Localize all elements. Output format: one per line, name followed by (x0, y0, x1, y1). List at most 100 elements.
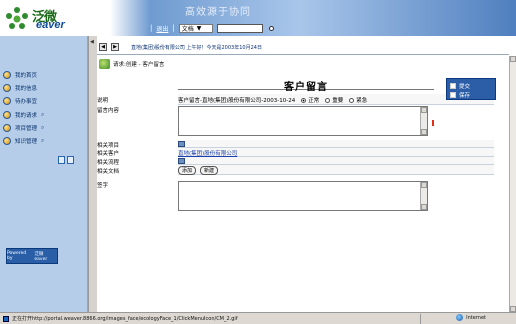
sidebar-item-label: 我的信息 (15, 85, 38, 92)
scroll-up-icon[interactable] (510, 56, 516, 62)
sidebar-item-todo[interactable]: 待办事宜 (3, 95, 37, 106)
priority-label: 正常 (308, 98, 320, 104)
sidebar-item-label: 知识管理 (15, 138, 38, 145)
sidebar-tools (58, 156, 74, 164)
request-form-icon (99, 58, 110, 69)
submit-icon (450, 82, 456, 89)
menu-item-label: 保存 (459, 92, 471, 99)
label-related-project: 相关项目 (97, 143, 120, 149)
customer-link[interactable]: 直地(集团)股份有限公司 (178, 149, 237, 157)
back-icon[interactable]: ◀ (99, 43, 107, 51)
action-menu: 提交 保存 (446, 78, 496, 100)
subject-field: 客户留言-直地(集团)股份有限公司-2003-10-24 正常 重要 紧急 (178, 96, 367, 104)
zone-label: Internet (466, 314, 486, 321)
required-marker (432, 120, 434, 126)
page-header: 请求:创建 - 客户留言 (97, 57, 509, 70)
search-input[interactable] (216, 23, 263, 33)
search-icon[interactable]: ⌕ (41, 111, 44, 119)
request-icon (3, 110, 11, 119)
label-related-customer: 相关客户 (97, 151, 120, 157)
banner-slogan: 高效源于协同 (185, 7, 251, 18)
priority-important-radio[interactable]: 重要 (325, 96, 343, 104)
welcome-text: 直地(集团)股份有限公司 上午好！今天是2003年10月24日 (131, 44, 262, 51)
sidebar-item-label: 项目管理 (15, 125, 38, 132)
info-icon (3, 83, 11, 92)
content-textarea[interactable] (178, 106, 428, 136)
sidebar-item-home[interactable]: 我的首页 (3, 69, 37, 80)
form-title: 客户留言 (178, 78, 434, 93)
security-zone: Internet (456, 314, 486, 321)
scroll-down-icon[interactable] (421, 204, 427, 210)
sidebar-item-projects[interactable]: 项目管理 ⌕ (3, 122, 44, 133)
doc-type-select[interactable]: 文档 ▼ (178, 23, 213, 33)
exit-link[interactable]: 退出 (156, 24, 168, 33)
submit-menu-item[interactable]: 提交 (450, 81, 470, 90)
sidebar-item-knowledge[interactable]: 知识管理 ⌕ (3, 135, 44, 146)
sidebar-item-label: 我的首页 (15, 72, 38, 79)
doc-buttons: 添加 新建 (178, 166, 220, 175)
label-signature: 签字 (97, 183, 109, 189)
radio-icon (325, 97, 331, 103)
search-icon[interactable]: ⌕ (41, 137, 44, 145)
doc-type-value: 文档 (181, 25, 194, 33)
nav-strip: ◀ ▶ 直地(集团)股份有限公司 上午好！今天是2003年10月24日 (97, 40, 509, 55)
separator: | (172, 24, 175, 32)
radio-icon (349, 97, 355, 103)
form-row (178, 157, 494, 165)
priority-normal-radio[interactable]: 正常 (301, 96, 319, 104)
status-text: 正在打开http://portal.weaver.8866.org/images… (12, 316, 238, 322)
forward-icon[interactable]: ▶ (111, 43, 119, 51)
edit-icon[interactable] (58, 156, 65, 164)
logo-subtext: eaver (36, 19, 65, 31)
textarea-scrollbar[interactable] (420, 107, 427, 135)
form-row (178, 140, 494, 148)
scroll-up-icon[interactable] (421, 182, 427, 188)
signature-textarea[interactable] (178, 181, 428, 211)
menu-item-label: 提交 (459, 83, 471, 90)
browse-project-icon[interactable] (178, 141, 185, 147)
sidebar: 我的首页 我的信息 待办事宜 我的请求 ⌕ 项目管理 ⌕ 知识管理 ⌕ Powe… (0, 36, 88, 312)
divider (420, 314, 421, 324)
label-related-doc: 相关文档 (97, 169, 120, 175)
powered-by-badge: Powered by 泛微 eaver (6, 248, 58, 264)
powered-by-logo: 泛微 eaver (34, 251, 48, 262)
search-icon[interactable]: ⌕ (41, 124, 44, 132)
list-icon[interactable] (67, 156, 74, 164)
priority-label: 紧急 (356, 98, 368, 104)
save-menu-item[interactable]: 保存 (450, 90, 470, 99)
scroll-up-icon[interactable] (421, 107, 427, 113)
todo-icon (3, 96, 11, 105)
sidebar-item-label: 我的请求 (15, 112, 38, 119)
collapse-arrow-icon[interactable]: ◀ (90, 39, 96, 45)
loading-icon (3, 315, 9, 322)
chevron-down-icon: ▼ (196, 24, 202, 32)
separator: | (150, 24, 153, 32)
sidebar-item-label: 待办事宜 (15, 98, 38, 105)
top-toolbar: | 退出 | 文档 ▼ (150, 22, 274, 34)
label-related-workflow: 相关流程 (97, 160, 120, 166)
scroll-down-icon[interactable] (421, 129, 427, 135)
sidebar-item-info[interactable]: 我的信息 (3, 82, 37, 93)
sidebar-splitter[interactable]: ◀ (88, 36, 97, 312)
home-icon (3, 70, 11, 79)
add-doc-button[interactable]: 添加 (178, 166, 197, 175)
save-icon (450, 91, 456, 98)
status-bar: 正在打开http://portal.weaver.8866.org/images… (0, 312, 516, 324)
label-content: 留言内容 (97, 108, 120, 114)
subject-value[interactable]: 客户留言-直地(集团)股份有限公司-2003-10-24 (178, 96, 295, 104)
label-subject: 说明 (97, 98, 109, 104)
logo-icon (6, 7, 28, 29)
priority-urgent-radio[interactable]: 紧急 (349, 96, 367, 104)
form-row (178, 165, 494, 175)
powered-by-text: Powered by (7, 251, 27, 261)
project-icon (3, 123, 11, 132)
page-scrollbar[interactable] (509, 56, 516, 312)
page-title: 请求:创建 - 客户留言 (113, 61, 165, 68)
search-go-button[interactable] (268, 25, 274, 31)
priority-label: 重要 (332, 98, 344, 104)
new-doc-button[interactable]: 新建 (199, 166, 218, 175)
browse-workflow-icon[interactable] (178, 158, 185, 164)
textarea-scrollbar[interactable] (420, 182, 427, 210)
knowledge-icon (3, 136, 11, 145)
sidebar-item-requests[interactable]: 我的请求 ⌕ (3, 109, 44, 120)
